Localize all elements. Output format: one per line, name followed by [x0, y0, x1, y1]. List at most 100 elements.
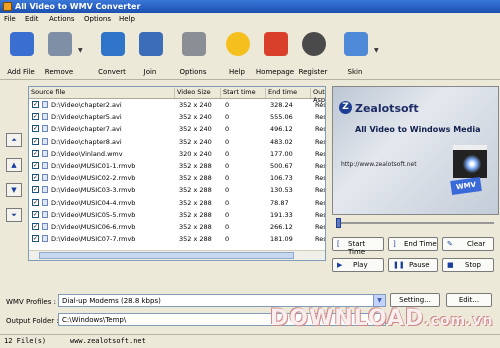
row-checkbox[interactable]: ✓: [32, 113, 39, 121]
clear-button[interactable]: ✎ Clear: [442, 237, 494, 251]
watermark-suffix: .com.vn: [424, 313, 494, 329]
menu-help[interactable]: Help: [119, 15, 135, 23]
cell-source-file: D:\Video\chapter7.avi: [51, 125, 122, 134]
skin-label: Skin: [347, 68, 363, 76]
table-row[interactable]: ✓ D:\Video\chapter2.avi 352 x 240 0 328.24 Re…: [29, 100, 325, 110]
move-top-button[interactable]: ⏶: [6, 133, 22, 147]
end-time-button[interactable]: ] End Time: [388, 237, 438, 251]
menu-options[interactable]: Options: [84, 15, 111, 23]
move-bottom-button[interactable]: ⏷: [6, 208, 22, 222]
row-checkbox[interactable]: ✓: [32, 223, 39, 230]
cell-start-time: 0: [225, 149, 230, 158]
table-row[interactable]: ✓ D:\Video\Vinland.wmv 320 x 240 0 177.00 Res…: [29, 149, 325, 159]
table-row[interactable]: ✓ D:\Video\MUSIC03-3.rmvb 352 x 288 0 130.53…: [29, 185, 325, 195]
output-folder-input[interactable]: C:\Windows\Temp\: [58, 313, 386, 326]
menu-edit[interactable]: Edit: [25, 15, 39, 23]
cell-source-file: D:\Video\MUSIC05-5.rmvb: [51, 210, 136, 219]
row-checkbox[interactable]: ✓: [32, 137, 39, 145]
zealotsoft-logo-icon: Z: [339, 101, 352, 114]
table-row[interactable]: ✓ D:\Video\chapter7.avi 352 x 240 0 496.12 Re…: [29, 124, 325, 134]
cell-start-time: 0: [225, 186, 230, 195]
eraser-icon: ✎: [447, 240, 453, 248]
join-button[interactable]: Join: [130, 30, 170, 78]
video-file-icon: [42, 198, 48, 206]
video-file-icon: [42, 162, 48, 169]
status-file-count: 12 File(s): [4, 337, 47, 345]
cell-start-time: 0: [225, 113, 230, 122]
chevron-down-icon[interactable]: ▼: [373, 295, 385, 306]
row-checkbox[interactable]: ✓: [32, 162, 39, 169]
table-row[interactable]: ✓ D:\Video\MUSIC02-2.rmvb 352 x 288 0 106.73…: [29, 173, 325, 183]
move-down-button[interactable]: ▼: [6, 183, 22, 197]
seek-slider[interactable]: [332, 217, 497, 229]
cell-output-aspect: Resize pres: [315, 149, 326, 158]
table-row[interactable]: ✓ D:\Video\MUSIC04-4.rmvb 352 x 288 0 78.87 R…: [29, 198, 325, 208]
move-up-button[interactable]: ▲: [6, 158, 22, 172]
row-checkbox[interactable]: ✓: [32, 125, 39, 133]
file-list[interactable]: Source file Video Size Start time End ti…: [28, 86, 326, 261]
cell-source-file: D:\Video\chapter8.avi: [51, 137, 122, 146]
cell-start-time: 0: [225, 223, 230, 231]
cell-output-aspect: Resize pres: [315, 137, 326, 146]
table-row[interactable]: ✓ D:\Video\MUSIC01-1.rmvb 352 x 288 0 500.67…: [29, 161, 325, 171]
cell-end-time: 328.24: [270, 101, 293, 109]
row-checkbox[interactable]: ✓: [32, 186, 39, 194]
skin-button[interactable]: Skin: [335, 30, 375, 78]
setting-button[interactable]: Setting...: [390, 293, 440, 307]
edit-button[interactable]: Edit...: [446, 293, 492, 307]
table-row[interactable]: ✓ D:\Video\MUSIC06-6.rmvb 352 x 288 0 266.12…: [29, 222, 325, 232]
clear-label: Clear: [467, 240, 486, 248]
video-file-icon: [42, 223, 48, 230]
video-file-icon: [42, 149, 48, 157]
col-source-file[interactable]: Source file: [29, 88, 175, 98]
start-time-icon: [: [337, 240, 340, 248]
video-file-icon: [42, 210, 48, 218]
col-video-size[interactable]: Video Size: [175, 88, 221, 98]
stop-button[interactable]: ■ Stop: [442, 258, 494, 272]
cell-video-size: 352 x 288: [179, 235, 212, 244]
cell-start-time: 0: [225, 137, 230, 146]
table-row[interactable]: ✓ D:\Video\MUSIC05-5.rmvb 352 x 288 0 191.33…: [29, 210, 325, 220]
add-file-icon: [10, 32, 34, 56]
pause-button[interactable]: ❚❚ Pause: [388, 258, 438, 272]
col-output-aspect[interactable]: Output Aspe: [311, 88, 325, 104]
seek-knob[interactable]: [336, 218, 341, 228]
table-row[interactable]: ✓ D:\Video\MUSIC07-7.rmvb 352 x 288 0 181.09…: [29, 234, 325, 244]
remove-button[interactable]: Remove: [39, 30, 79, 78]
start-time-button[interactable]: [ Start Time: [332, 237, 384, 256]
wmv-profile-select[interactable]: Dial-up Modems (28.8 kbps) ▼: [58, 294, 386, 307]
row-checkbox[interactable]: ✓: [32, 210, 39, 218]
cell-output-aspect: Resize pres: [315, 186, 326, 195]
status-bar: 12 File(s) www.zealotsoft.net: [0, 334, 500, 348]
remove-dropdown-arrow-icon[interactable]: ▼: [78, 47, 84, 54]
row-checkbox[interactable]: ✓: [32, 101, 39, 108]
play-button[interactable]: ▶ Play: [332, 258, 384, 272]
wmv-profile-value: Dial-up Modems (28.8 kbps): [62, 297, 161, 305]
table-row[interactable]: ✓ D:\Video\chapter8.avi 352 x 240 0 483.02 Re…: [29, 137, 325, 147]
col-start-time[interactable]: Start time: [221, 88, 266, 98]
menu-actions[interactable]: Actions: [49, 15, 75, 23]
list-horizontal-scrollbar[interactable]: [29, 250, 325, 260]
cell-end-time: 483.02: [270, 137, 293, 146]
cell-video-size: 352 x 240: [179, 125, 212, 134]
row-checkbox[interactable]: ✓: [32, 174, 39, 182]
options-button[interactable]: Options: [173, 30, 213, 78]
cell-video-size: 352 x 288: [179, 210, 212, 219]
stop-icon: ■: [447, 261, 454, 269]
register-button[interactable]: Register: [293, 30, 333, 78]
cell-source-file: D:\Video\chapter5.avi: [51, 113, 122, 122]
row-checkbox[interactable]: ✓: [32, 235, 39, 243]
scrollbar-thumb[interactable]: [39, 252, 294, 259]
menu-file[interactable]: File: [4, 15, 16, 23]
cell-video-size: 352 x 288: [179, 198, 212, 207]
stop-label: Stop: [465, 261, 481, 269]
row-checkbox[interactable]: ✓: [32, 149, 39, 157]
preview-brand: Zealotsoft: [355, 102, 419, 115]
cell-end-time: 191.33: [270, 210, 293, 219]
row-checkbox[interactable]: ✓: [32, 198, 39, 206]
col-end-time[interactable]: End time: [266, 88, 311, 98]
table-row[interactable]: ✓ D:\Video\chapter5.avi 352 x 240 0 555.06 Re…: [29, 112, 325, 122]
cell-end-time: 181.09: [270, 235, 293, 244]
skin-dropdown-arrow-icon[interactable]: ▼: [374, 47, 380, 54]
cell-output-aspect: Resize pres: [315, 223, 326, 231]
